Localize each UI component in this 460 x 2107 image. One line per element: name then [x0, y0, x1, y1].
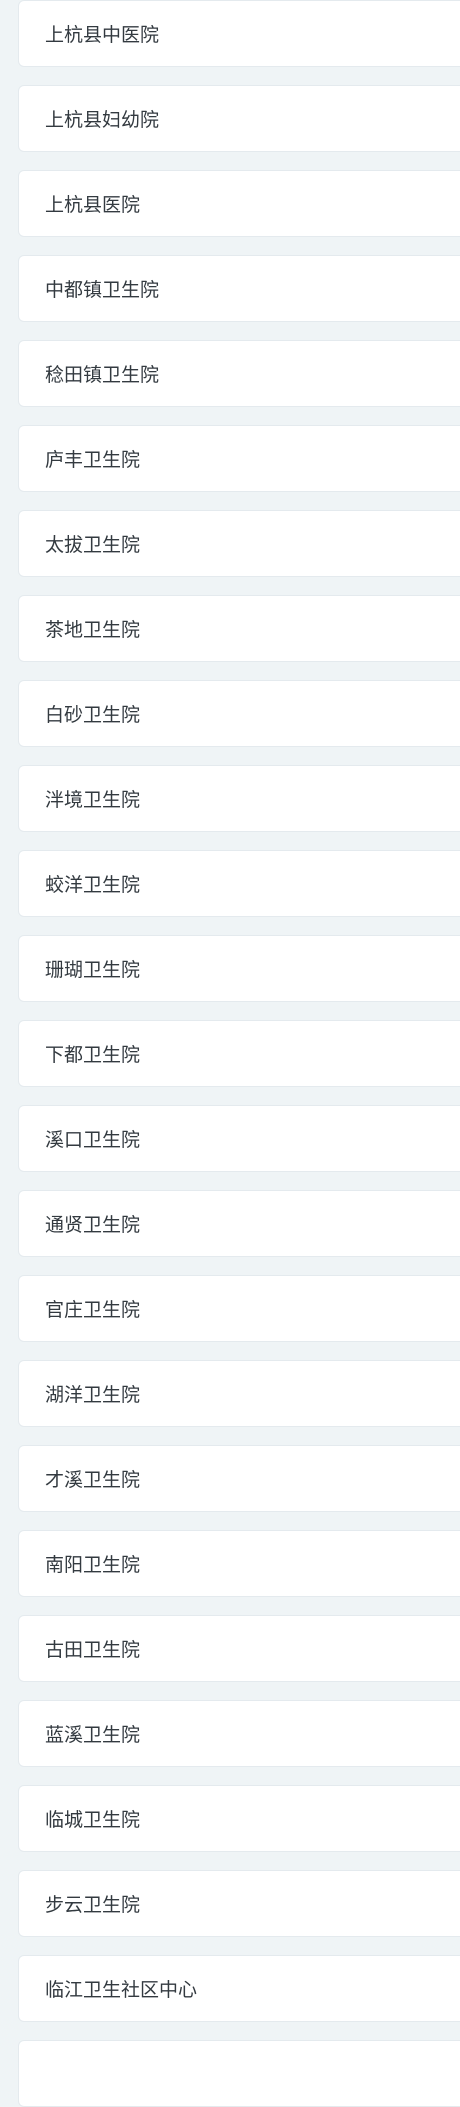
- hospital-name: 上杭县中医院: [45, 24, 160, 46]
- hospital-list-item[interactable]: 临城卫生院: [18, 1785, 460, 1852]
- hospital-name: 才溪卫生院: [45, 1469, 141, 1491]
- hospital-name: 古田卫生院: [45, 1639, 141, 1661]
- hospital-name: 下都卫生院: [45, 1044, 141, 1066]
- hospital-name: 南阳卫生院: [45, 1554, 141, 1576]
- hospital-list-item[interactable]: 步云卫生院: [18, 1870, 460, 1937]
- hospital-name: 官庄卫生院: [45, 1299, 141, 1321]
- hospital-list-item[interactable]: 白砂卫生院: [18, 680, 460, 747]
- hospital-list-item[interactable]: 太拔卫生院: [18, 510, 460, 577]
- hospital-name: 上杭县妇幼院: [45, 109, 160, 131]
- hospital-list-item[interactable]: 上杭县医院: [18, 170, 460, 237]
- hospital-list-item[interactable]: 上杭县中医院: [18, 0, 460, 67]
- hospital-name: 庐丰卫生院: [45, 449, 141, 471]
- hospital-name: 步云卫生院: [45, 1894, 141, 1916]
- hospital-list-item[interactable]: 蓝溪卫生院: [18, 1700, 460, 1767]
- hospital-name: 泮境卫生院: [45, 789, 141, 811]
- hospital-list-item[interactable]: 南阳卫生院: [18, 1530, 460, 1597]
- hospital-name: 蛟洋卫生院: [45, 874, 141, 896]
- hospital-name: 太拔卫生院: [45, 534, 141, 556]
- hospital-list-item[interactable]: 通贤卫生院: [18, 1190, 460, 1257]
- hospital-list-item[interactable]: 才溪卫生院: [18, 1445, 460, 1512]
- hospital-list-item[interactable]: [18, 2040, 460, 2107]
- hospital-name: 上杭县医院: [45, 194, 141, 216]
- hospital-list-item[interactable]: 古田卫生院: [18, 1615, 460, 1682]
- hospital-name: 临江卫生社区中心: [45, 1979, 198, 2001]
- hospital-list-item[interactable]: 泮境卫生院: [18, 765, 460, 832]
- hospital-name: 蓝溪卫生院: [45, 1724, 141, 1746]
- hospital-list-item[interactable]: 珊瑚卫生院: [18, 935, 460, 1002]
- hospital-name: 湖洋卫生院: [45, 1384, 141, 1406]
- hospital-name: 临城卫生院: [45, 1809, 141, 1831]
- hospital-list-item[interactable]: 湖洋卫生院: [18, 1360, 460, 1427]
- hospital-list-item[interactable]: 中都镇卫生院: [18, 255, 460, 322]
- hospital-list-item[interactable]: 下都卫生院: [18, 1020, 460, 1087]
- hospital-list-item[interactable]: 溪口卫生院: [18, 1105, 460, 1172]
- hospital-name: 茶地卫生院: [45, 619, 141, 641]
- hospital-name: 珊瑚卫生院: [45, 959, 141, 981]
- hospital-name: 稔田镇卫生院: [45, 364, 160, 386]
- hospital-list-item[interactable]: 官庄卫生院: [18, 1275, 460, 1342]
- hospital-list-item[interactable]: 蛟洋卫生院: [18, 850, 460, 917]
- hospital-name: 溪口卫生院: [45, 1129, 141, 1151]
- hospital-name: 中都镇卫生院: [45, 279, 160, 301]
- hospital-list-item[interactable]: 庐丰卫生院: [18, 425, 460, 492]
- hospital-name: 通贤卫生院: [45, 1214, 141, 1236]
- hospital-list-item[interactable]: 稔田镇卫生院: [18, 340, 460, 407]
- hospital-list-item[interactable]: 茶地卫生院: [18, 595, 460, 662]
- hospital-list-item[interactable]: 临江卫生社区中心: [18, 1955, 460, 2022]
- hospital-list-item[interactable]: 上杭县妇幼院: [18, 85, 460, 152]
- hospital-name: 白砂卫生院: [45, 704, 141, 726]
